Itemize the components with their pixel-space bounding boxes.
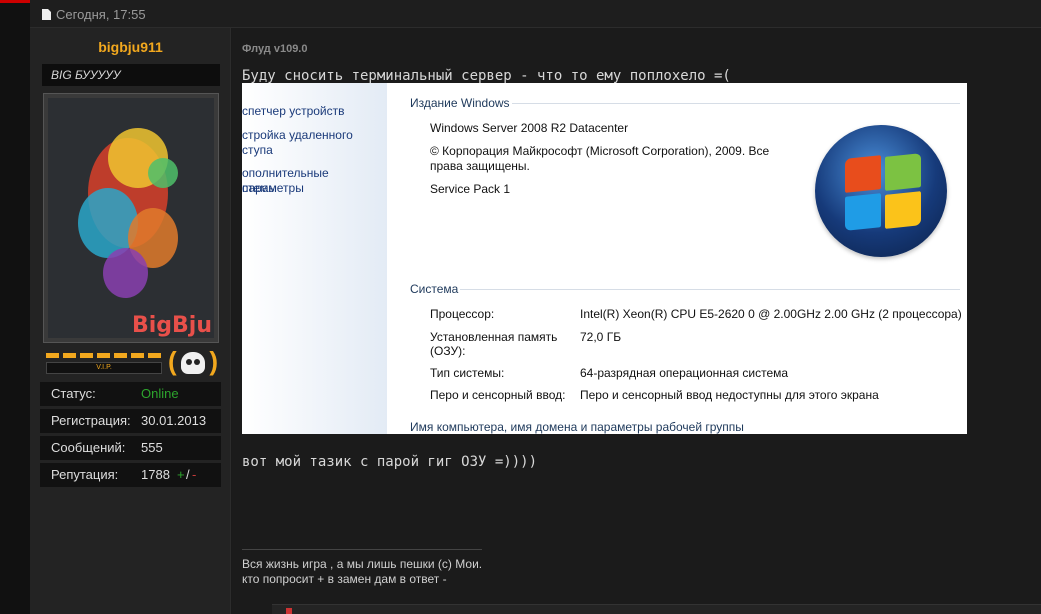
stat-label: Репутация: — [51, 467, 119, 482]
reputation-separator: / — [186, 467, 190, 482]
spec-label-pen-touch: Перо и сенсорный ввод: — [430, 388, 566, 402]
post-header: Сегодня, 17:55 — [30, 0, 1041, 28]
spec-value-memory: 72,0 ГБ — [580, 330, 622, 344]
stat-label: Регистрация: — [51, 413, 131, 428]
avatar-shape — [103, 248, 148, 298]
screenshot-system-panel: Издание Windows Windows Server 2008 R2 D… — [397, 83, 967, 434]
author-sidebar: bigbju911 BIG БУУУУУ BigBju V.I.P. () Ст… — [30, 28, 231, 614]
stat-value: Online — [141, 386, 179, 401]
message-text-2: вот мой тазик с парой гиг ОЗУ =)))) — [242, 454, 538, 470]
avatar-logo: BigBju — [131, 313, 212, 338]
spec-value-processor: Intel(R) Xeon(R) CPU E5-2620 0 @ 2.00GHz… — [580, 307, 962, 321]
embedded-screenshot[interactable]: спетчер устройств стройка удаленного сту… — [242, 83, 967, 434]
message-text: Буду сносить терминальный сервер - что т… — [242, 68, 731, 84]
next-post-header — [272, 604, 1041, 614]
stat-row-messages: Сообщений: 555 — [40, 436, 221, 460]
signature-divider — [242, 549, 482, 550]
stat-row-status: Статус: Online — [40, 382, 221, 406]
section-divider — [460, 289, 960, 290]
stat-value: 30.01.2013 — [141, 413, 207, 428]
reputation-minus-button[interactable]: - — [192, 467, 196, 482]
spec-label-system-type: Тип системы: — [430, 366, 505, 380]
edition-name: Windows Server 2008 R2 Datacenter — [430, 121, 629, 135]
rank-segment — [97, 353, 110, 358]
document-icon — [42, 9, 51, 20]
avatar-shape — [148, 158, 178, 188]
vip-label: V.I.P. — [46, 362, 162, 374]
section-divider — [512, 103, 960, 104]
rank-segment — [131, 353, 144, 358]
section-system-header: Система — [410, 282, 960, 296]
author-username[interactable]: bigbju911 — [30, 39, 231, 55]
thread-title[interactable]: Флуд v109.0 — [242, 43, 307, 55]
vip-rank-bar: V.I.P. — [43, 350, 165, 376]
screenshot-nav-link: спетчер устройств — [242, 104, 345, 118]
skull-icon: () — [168, 346, 218, 376]
rank-segment — [114, 353, 127, 358]
reputation-plus-button[interactable]: + — [177, 467, 185, 482]
user-title: BIG БУУУУУ — [42, 64, 220, 86]
windows-logo-icon — [815, 125, 947, 257]
spec-value-system-type: 64-разрядная операционная система — [580, 366, 789, 380]
rank-segment — [46, 353, 59, 358]
screenshot-nav-panel: спетчер устройств стройка удаленного сту… — [242, 83, 387, 434]
stat-label: Статус: — [51, 386, 96, 401]
red-tab-marker — [0, 0, 32, 3]
stat-row-registration: Регистрация: 30.01.2013 — [40, 409, 221, 433]
section-computer-header: Имя компьютера, имя домена и параметры р… — [410, 420, 744, 434]
signature-line-1: Вся жизнь игра , а мы лишь пешки (c) Мои… — [242, 557, 483, 571]
screenshot-nav-link: стройка удаленного — [242, 128, 353, 142]
screenshot-nav-link: стемы — [242, 181, 277, 195]
left-gutter — [0, 0, 30, 614]
spec-label-memory: Установленная память — [430, 330, 558, 344]
post-date: Сегодня, 17:55 — [56, 7, 146, 22]
rank-segment — [80, 353, 93, 358]
avatar[interactable]: BigBju — [43, 93, 219, 343]
section-title: Издание Windows — [410, 96, 510, 110]
avatar-artwork — [48, 98, 214, 338]
author-stats: Статус: Online Регистрация: 30.01.2013 С… — [40, 382, 221, 490]
copyright-line-2: права защищены. — [430, 159, 530, 173]
stat-row-reputation: Репутация: 1788 + / - — [40, 463, 221, 487]
stat-value: 1788 — [141, 467, 170, 482]
stat-value: 555 — [141, 440, 163, 455]
rank-segment — [148, 353, 161, 358]
spec-label-memory-suffix: (ОЗУ): — [430, 344, 466, 358]
rank-segment — [63, 353, 76, 358]
copyright-line-1: © Корпорация Майкрософт (Microsoft Corpo… — [430, 144, 770, 158]
signature-line-2: кто попросит + в замен дам в ответ - — [242, 572, 447, 586]
spec-label-processor: Процессор: — [430, 307, 495, 321]
section-edition-header: Издание Windows — [410, 96, 960, 110]
spec-value-pen-touch: Перо и сенсорный ввод недоступны для это… — [580, 388, 879, 402]
next-post-marker — [286, 608, 292, 614]
service-pack: Service Pack 1 — [430, 182, 511, 196]
screenshot-nav-link: ступа — [242, 143, 273, 157]
post-content: Флуд v109.0 Буду сносить терминальный се… — [232, 28, 1041, 614]
section-title: Система — [410, 282, 459, 296]
section-title: Имя компьютера, имя домена и параметры р… — [410, 420, 744, 434]
stat-label: Сообщений: — [51, 440, 126, 455]
